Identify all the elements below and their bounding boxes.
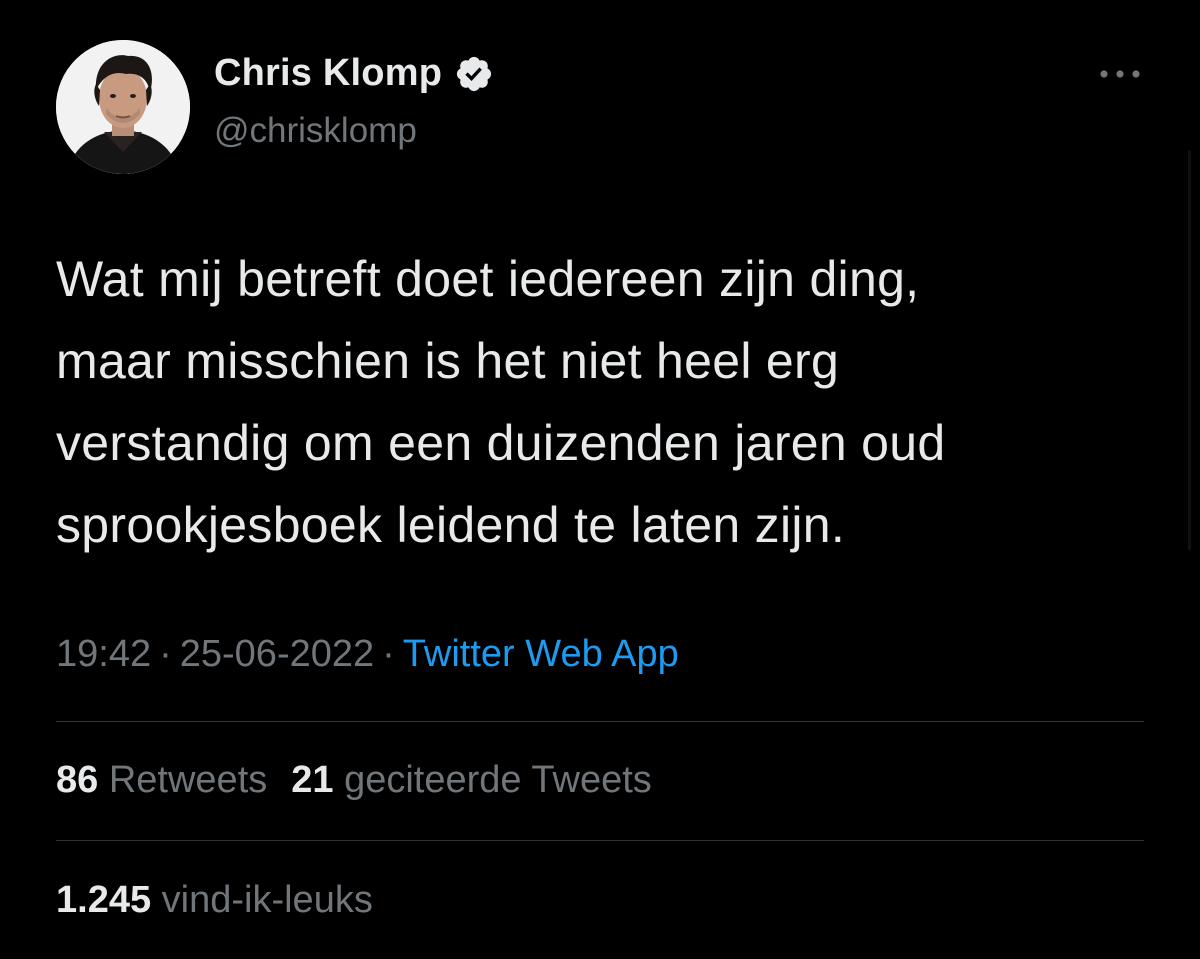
more-options-button[interactable]: [1092, 56, 1148, 92]
quote-tweets-label: geciteerde Tweets: [344, 759, 652, 801]
author-name-text: Chris Klomp: [214, 52, 443, 94]
retweets-label: Retweets: [108, 759, 268, 801]
retweet-stats-row: 86 Retweets 21 geciteerde Tweets: [56, 759, 652, 802]
author-handle[interactable]: @chrisklomp: [214, 111, 417, 151]
verified-badge-icon: [454, 54, 494, 94]
meta-separator: ·: [159, 633, 172, 675]
likes-stat[interactable]: 1.245 vind-ik-leuks: [56, 879, 373, 921]
scrollbar[interactable]: [1188, 150, 1191, 550]
avatar[interactable]: [56, 40, 190, 174]
quote-tweets-stat[interactable]: 21 geciteerde Tweets: [291, 759, 652, 801]
tweet-text-line: Wat mij betreft doet iedereen zijn ding,: [56, 251, 920, 307]
tweet-text-line: verstandig om een duizenden jaren oud: [56, 415, 946, 471]
tweet-metadata: 19:42 · 25-06-2022 · Twitter Web App: [56, 633, 679, 676]
likes-count: 1.245: [56, 879, 152, 921]
likes-label: vind-ik-leuks: [161, 879, 373, 921]
author-name[interactable]: Chris Klomp: [214, 52, 494, 95]
retweets-stat[interactable]: 86 Retweets: [56, 759, 267, 801]
tweet-text-line: sprookjesboek leidend te laten zijn.: [56, 497, 846, 553]
more-horizontal-icon: [1100, 70, 1140, 78]
divider: [56, 721, 1144, 722]
tweet-source-link[interactable]: Twitter Web App: [403, 633, 679, 675]
likes-stats-row: 1.245 vind-ik-leuks: [56, 879, 373, 922]
tweet-detail: Chris Klomp @chrisklomp Wat mij betreft …: [0, 0, 1200, 959]
tweet-text: Wat mij betreft doet iedereen zijn ding,…: [56, 238, 1166, 566]
quote-tweets-count: 21: [291, 759, 334, 801]
tweet-text-line: maar misschien is het niet heel erg: [56, 333, 840, 389]
divider: [56, 840, 1144, 841]
tweet-date[interactable]: 25-06-2022: [180, 633, 374, 675]
retweets-count: 86: [56, 759, 99, 801]
tweet-time[interactable]: 19:42: [56, 633, 151, 675]
profile-photo-icon: [56, 40, 190, 174]
meta-separator: ·: [382, 633, 395, 675]
